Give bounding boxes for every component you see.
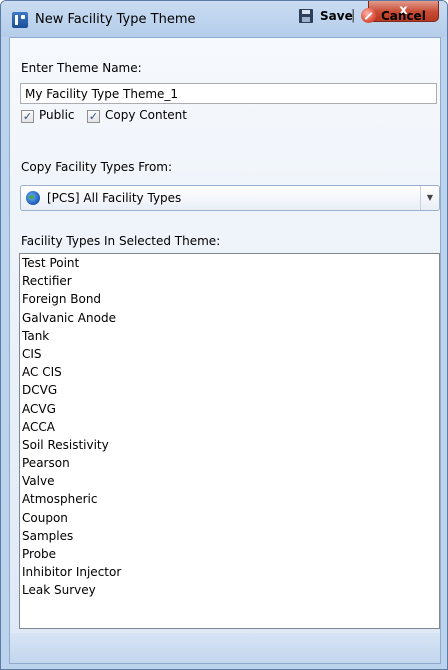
list-item[interactable]: Inhibitor Injector [20,563,439,581]
theme-name-label: Enter Theme Name: [21,61,142,75]
globe-icon [26,191,40,205]
list-item[interactable]: Rectifier [20,272,439,290]
list-item[interactable]: AC CIS [20,363,439,381]
list-item[interactable]: Galvanic Anode [20,309,439,327]
dialog-footer [9,633,441,664]
floppy-disk-icon[interactable] [299,9,313,23]
cancel-icon[interactable] [361,8,376,23]
app-icon [12,12,28,28]
list-item[interactable]: Leak Survey [20,581,439,599]
facility-types-label: Facility Types In Selected Theme: [21,234,221,248]
list-item[interactable]: Soil Resistivity [20,436,439,454]
list-item[interactable]: Pearson [20,454,439,472]
dialog-window: New Facility Type Theme x Enter Theme Na… [0,0,448,670]
list-item[interactable]: ACVG [20,400,439,418]
list-item[interactable]: Atmospheric [20,490,439,508]
list-item[interactable]: Tank [20,327,439,345]
list-item[interactable]: DCVG [20,381,439,399]
public-checkbox[interactable]: ✓ [21,110,34,123]
list-item[interactable]: ACCA [20,418,439,436]
copy-from-dropdown[interactable]: [PCS] All Facility Types ▼ [20,185,440,211]
window-title: New Facility Type Theme [35,12,196,27]
copy-content-checkbox[interactable]: ✓ [87,110,100,123]
button-separator: | [351,8,356,23]
list-item[interactable]: Samples [20,527,439,545]
copy-from-label: Copy Facility Types From: [21,160,173,174]
save-button[interactable]: Save [320,9,353,23]
list-item[interactable]: Coupon [20,509,439,527]
facility-types-list[interactable]: Test Point Rectifier Foreign Bond Galvanic … [19,253,440,629]
public-label: Public [39,108,75,122]
theme-name-input[interactable] [20,83,437,104]
list-item[interactable]: Foreign Bond [20,290,439,308]
copy-from-selected: [PCS] All Facility Types [47,191,182,205]
list-item[interactable]: Probe [20,545,439,563]
list-item[interactable]: Test Point [20,254,439,272]
cancel-button[interactable]: Cancel [381,9,426,23]
list-item[interactable]: CIS [20,345,439,363]
list-item[interactable]: Valve [20,472,439,490]
copy-content-label: Copy Content [105,108,187,122]
chevron-down-icon[interactable]: ▼ [420,186,439,210]
